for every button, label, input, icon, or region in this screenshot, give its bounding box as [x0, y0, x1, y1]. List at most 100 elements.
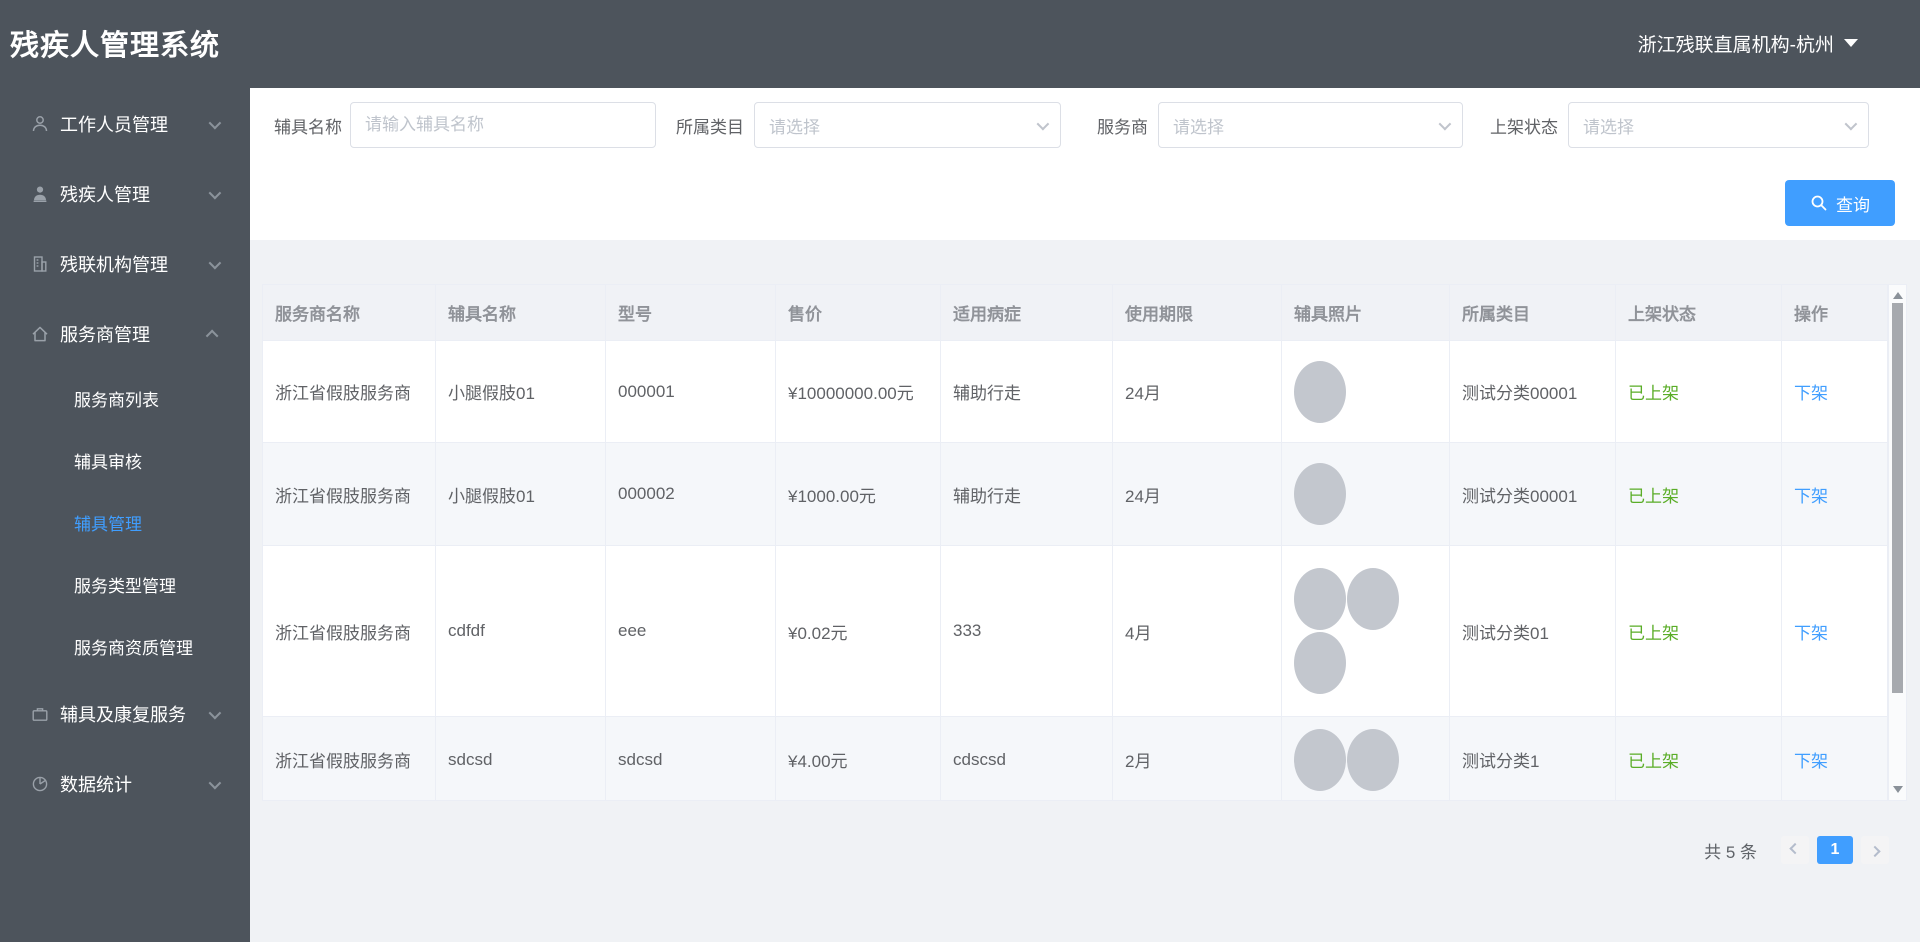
scrollbar-thumb[interactable] [1892, 303, 1903, 693]
table-row: 浙江省假肢服务商 sdcsd sdcsd ¥4.00元 cdscsd 2月 测试分类1 已上架… [263, 717, 1888, 800]
cell-period: 2月 [1113, 717, 1282, 800]
sidebar-item-2[interactable]: 残联机构管理 [30, 240, 250, 288]
cell-period: 24月 [1113, 341, 1282, 443]
cell-photos [1282, 546, 1450, 717]
column-header-0: 服务商名称 [263, 285, 436, 341]
cell-name: cdfdf [436, 546, 606, 717]
device-photo-thumbnail [1294, 360, 1346, 423]
briefcase-icon [30, 704, 50, 724]
sidebar-item-label: 服务商管理 [60, 325, 150, 345]
user-outline-icon [30, 114, 50, 134]
provider-select[interactable]: 请选择 [1158, 102, 1463, 148]
cell-model: 000002 [606, 443, 776, 546]
sidebar-item-5[interactable]: 数据统计 [30, 760, 250, 808]
cell-action: 下架 [1782, 443, 1888, 546]
search-button[interactable]: 查询 [1785, 180, 1895, 226]
table-row: 浙江省假肢服务商 cdfdf eee ¥0.02元 333 4月 测试分类01 已上架 下架 [263, 546, 1888, 717]
cell-photos [1282, 717, 1450, 800]
sidebar-subitem-label: 辅具管理 [74, 514, 142, 534]
device-photo-thumbnail [1294, 568, 1346, 630]
sidebar-item-3[interactable]: 服务商管理 [30, 310, 250, 358]
column-header-2: 型号 [606, 285, 776, 341]
sidebar-subitem-label: 服务类型管理 [74, 576, 176, 596]
sidebar-item-1[interactable]: 残疾人管理 [30, 170, 250, 218]
sidebar-subitem-3-0[interactable]: 服务商列表 [74, 376, 250, 420]
org-switcher-dropdown[interactable]: 浙江残联直属机构-杭州 [1638, 28, 1858, 58]
take-down-link[interactable]: 下架 [1794, 619, 1828, 644]
pie-chart-icon [30, 774, 50, 794]
cell-price: ¥0.02元 [776, 546, 941, 717]
sidebar-item-0[interactable]: 工作人员管理 [30, 100, 250, 148]
device-photo-thumbnail [1294, 463, 1346, 525]
take-down-link[interactable]: 下架 [1794, 747, 1828, 772]
table-row: 浙江省假肢服务商 小腿假肢01 000002 ¥1000.00元 辅助行走 24月 测试分类… [263, 443, 1888, 546]
cell-price: ¥4.00元 [776, 717, 941, 800]
take-down-link[interactable]: 下架 [1794, 379, 1828, 404]
top-header: 残疾人管理系统 浙江残联直属机构-杭州 [0, 0, 1920, 88]
chevron-down-icon [1844, 117, 1858, 130]
prev-page-button[interactable] [1781, 836, 1809, 864]
status-select-placeholder: 请选择 [1583, 117, 1634, 137]
cell-period: 24月 [1113, 443, 1282, 546]
home-icon [30, 324, 50, 344]
app-title: 残疾人管理系统 [10, 30, 221, 62]
sidebar-item-label: 残疾人管理 [60, 185, 150, 205]
column-header-6: 辅具照片 [1282, 285, 1450, 341]
sidebar-item-label: 辅具及康复服务 [60, 705, 186, 725]
cell-status: 已上架 [1616, 443, 1782, 546]
sidebar-subitem-3-1[interactable]: 辅具审核 [74, 438, 250, 482]
chevron-right-icon [1869, 845, 1881, 858]
device-name-input[interactable] [350, 102, 656, 148]
building-icon [30, 254, 50, 274]
scroll-up-arrow-icon[interactable] [1893, 292, 1903, 299]
device-table: 服务商名称 辅具名称 型号 售价 适用病症 使用期限 辅具照片 所属类目 上架状态 操作 浙江省假肢… [263, 285, 1888, 800]
cell-photos [1282, 341, 1450, 443]
sidebar-item-label: 数据统计 [60, 775, 132, 795]
cell-provider: 浙江省假肢服务商 [263, 717, 436, 800]
photo-group [1294, 728, 1406, 792]
cell-status: 已上架 [1616, 546, 1782, 717]
chevron-down-icon [1438, 117, 1452, 130]
sidebar-nav: 工作人员管理 残疾人管理残联机构管理服务商管理服务商列表辅具审核辅具管理服务类型管… [0, 88, 250, 942]
cell-name: 小腿假肢01 [436, 341, 606, 443]
cell-category: 测试分类01 [1450, 546, 1616, 717]
chevron-down-icon [208, 186, 222, 199]
cell-provider: 浙江省假肢服务商 [263, 341, 436, 443]
sidebar-item-label: 工作人员管理 [60, 115, 168, 135]
cell-category: 测试分类00001 [1450, 341, 1616, 443]
filter-label-status: 上架状态 [1490, 117, 1558, 137]
sidebar-subitem-label: 服务商资质管理 [74, 638, 193, 658]
device-photo-thumbnail [1347, 728, 1399, 791]
category-select-placeholder: 请选择 [769, 117, 820, 137]
provider-select-placeholder: 请选择 [1173, 117, 1224, 137]
cell-name: sdcsd [436, 717, 606, 800]
column-header-4: 适用病症 [941, 285, 1113, 341]
device-photo-thumbnail [1347, 568, 1399, 630]
photo-group [1294, 567, 1406, 695]
table-header-row: 服务商名称 辅具名称 型号 售价 适用病症 使用期限 辅具照片 所属类目 上架状态 操作 [263, 285, 1888, 341]
search-icon [1811, 195, 1827, 211]
sidebar-subitem-3-3[interactable]: 服务类型管理 [74, 562, 250, 606]
column-header-7: 所属类目 [1450, 285, 1616, 341]
cell-provider: 浙江省假肢服务商 [263, 443, 436, 546]
column-header-1: 辅具名称 [436, 285, 606, 341]
cell-period: 4月 [1113, 546, 1282, 717]
chevron-up-icon [205, 329, 219, 342]
sidebar-subitem-3-2[interactable]: 辅具管理 [74, 500, 250, 544]
table-row: 浙江省假肢服务商 小腿假肢01 000001 ¥10000000.00元 辅助行走 24月… [263, 341, 1888, 443]
scroll-down-arrow-icon[interactable] [1893, 786, 1903, 793]
photo-group [1294, 462, 1406, 526]
next-page-button[interactable] [1861, 836, 1889, 864]
category-select[interactable]: 请选择 [754, 102, 1061, 148]
pagination-total: 共 5 条 [1704, 842, 1757, 862]
sidebar-item-4[interactable]: 辅具及康复服务 [30, 690, 250, 738]
chevron-down-icon [208, 706, 222, 719]
cell-provider: 浙江省假肢服务商 [263, 546, 436, 717]
sidebar-subitem-3-4[interactable]: 服务商资质管理 [74, 624, 250, 668]
cell-status: 已上架 [1616, 341, 1782, 443]
table-scrollbar[interactable] [1888, 285, 1906, 800]
page-1-button[interactable]: 1 [1817, 836, 1853, 864]
status-select[interactable]: 请选择 [1568, 102, 1869, 148]
take-down-link[interactable]: 下架 [1794, 482, 1828, 507]
photo-group [1294, 360, 1406, 424]
